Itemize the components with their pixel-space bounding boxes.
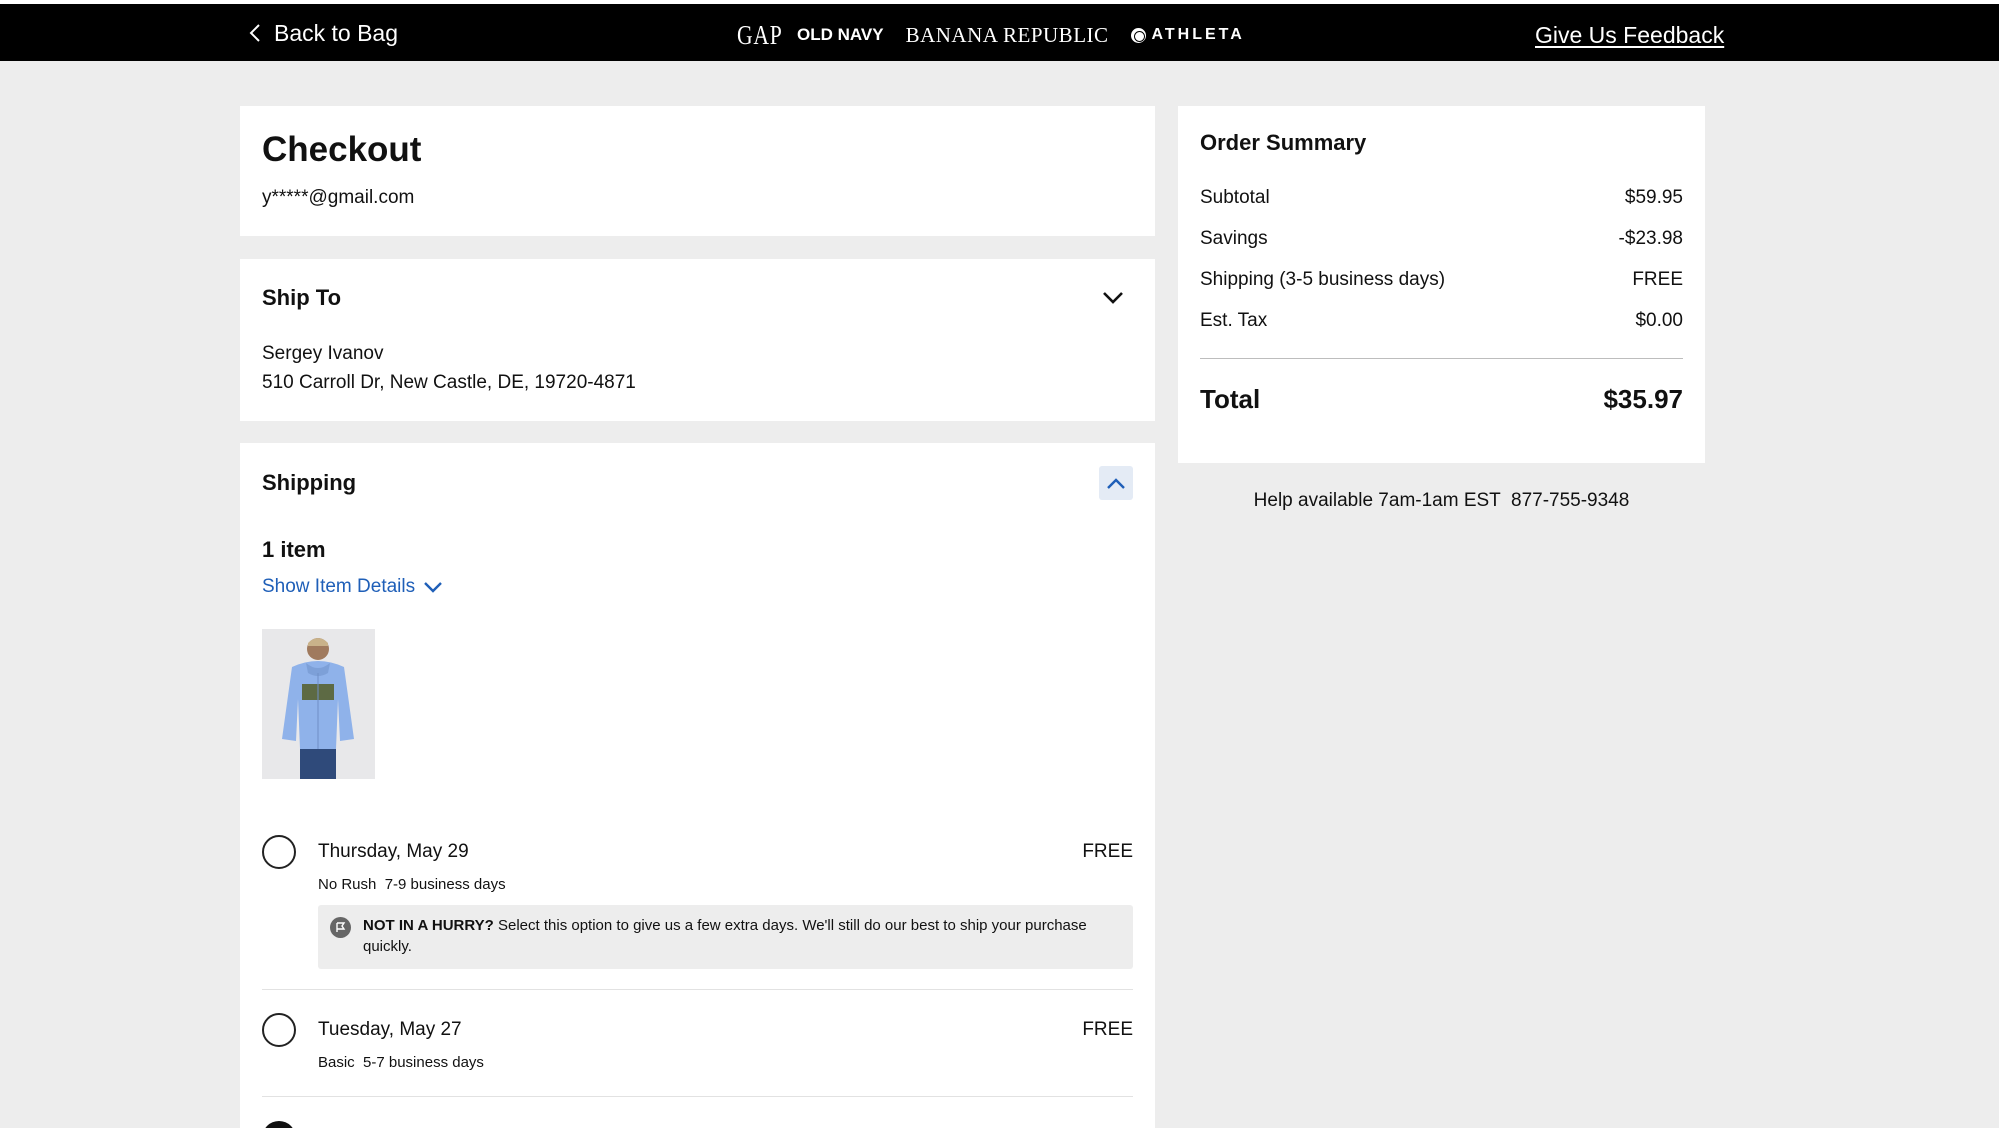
summary-total-row: Total $35.97 (1200, 384, 1683, 415)
athleta-mark-icon (1130, 27, 1146, 43)
chevron-left-icon (249, 24, 260, 42)
divider (262, 1096, 1133, 1097)
shipping-option-radio[interactable] (262, 835, 296, 869)
back-to-bag-link[interactable]: Back to Bag (248, 18, 398, 48)
checkout-card: Checkout y*****@gmail.com (240, 106, 1155, 236)
summary-value: $59.95 (1624, 187, 1683, 208)
total-label: Total (1200, 384, 1261, 414)
help-contact-text: Help available 7am-1am EST 877-755-9348 (1253, 490, 1630, 511)
summary-row-subtotal: Subtotal $59.95 (1200, 187, 1683, 209)
page-title: Checkout (262, 130, 422, 169)
shipping-option-price: FREE (1082, 841, 1133, 862)
summary-row-shipping: Shipping (3-5 business days) FREE (1200, 269, 1683, 291)
chevron-down-icon (424, 582, 442, 593)
brand-logo-banana-republic[interactable]: BANANA REPUBLIC (906, 23, 1109, 48)
brand-logo-old-navy[interactable]: OLD NAVY (797, 25, 884, 45)
total-value: $35.97 (1603, 384, 1683, 414)
flag-icon (330, 917, 351, 938)
shipping-option-radio[interactable] (262, 1013, 296, 1047)
brand-logo-gap[interactable]: GAP (737, 20, 782, 51)
notice-text: NOT IN A HURRY? Select this option to gi… (363, 915, 1123, 957)
summary-label: Savings (1200, 228, 1268, 249)
shipping-card: Shipping 1 item Show Item Details Thursd… (240, 443, 1155, 1128)
divider (262, 989, 1133, 990)
shipping-option-date: Thursday, May 29 (318, 841, 469, 862)
header-bar: Back to Bag GAP OLD NAVY BANANA REPUBLIC… (0, 4, 1999, 61)
summary-value: FREE (1632, 269, 1683, 290)
hoodie-product-image (262, 629, 375, 779)
summary-row-savings: Savings -$23.98 (1200, 228, 1683, 250)
collapse-shipping-button[interactable] (1099, 466, 1133, 500)
show-item-details-label: Show Item Details (262, 576, 416, 597)
shipping-option-radio-selected[interactable] (262, 1121, 296, 1128)
summary-value: -$23.98 (1618, 228, 1683, 249)
account-email: y*****@gmail.com (262, 187, 415, 208)
order-summary-card: Order Summary Subtotal $59.95 Savings -$… (1178, 106, 1705, 463)
chevron-up-icon (1107, 477, 1125, 489)
summary-label: Est. Tax (1200, 310, 1268, 331)
shipping-option-date: Tuesday, May 27 (318, 1019, 462, 1040)
give-feedback-link[interactable]: Give Us Feedback (1535, 22, 1724, 49)
product-thumbnail (262, 629, 375, 779)
chevron-down-icon[interactable] (1102, 291, 1124, 305)
ship-to-title: Ship To (262, 285, 342, 310)
summary-label: Subtotal (1200, 187, 1270, 208)
recipient-name: Sergey Ivanov (262, 343, 384, 364)
summary-row-tax: Est. Tax $0.00 (1200, 310, 1683, 332)
shipping-option-price: FREE (1082, 1019, 1133, 1040)
brand-logo-athleta[interactable]: ATHLETA (1130, 26, 1245, 44)
summary-divider (1200, 358, 1683, 359)
brand-logo-athleta-text: ATHLETA (1151, 26, 1245, 43)
recipient-address: 510 Carroll Dr, New Castle, DE, 19720-48… (262, 372, 636, 393)
show-item-details-link[interactable]: Show Item Details (262, 576, 443, 598)
notice-bold: NOT IN A HURRY? (363, 917, 494, 934)
shipping-option-subtitle: Basic 5-7 business days (318, 1054, 484, 1071)
summary-value: $0.00 (1635, 310, 1683, 331)
items-count: 1 item (262, 537, 326, 562)
back-to-bag-label: Back to Bag (274, 19, 399, 46)
brand-logos: GAP OLD NAVY BANANA REPUBLIC ATHLETA (737, 20, 1245, 50)
no-rush-notice: NOT IN A HURRY? Select this option to gi… (318, 905, 1133, 969)
shipping-title: Shipping (262, 470, 357, 495)
summary-label: Shipping (3-5 business days) (1200, 269, 1446, 290)
order-summary-title: Order Summary (1200, 130, 1367, 155)
ship-to-card: Ship To Sergey Ivanov 510 Carroll Dr, Ne… (240, 259, 1155, 421)
shipping-option-subtitle: No Rush 7-9 business days (318, 876, 506, 893)
